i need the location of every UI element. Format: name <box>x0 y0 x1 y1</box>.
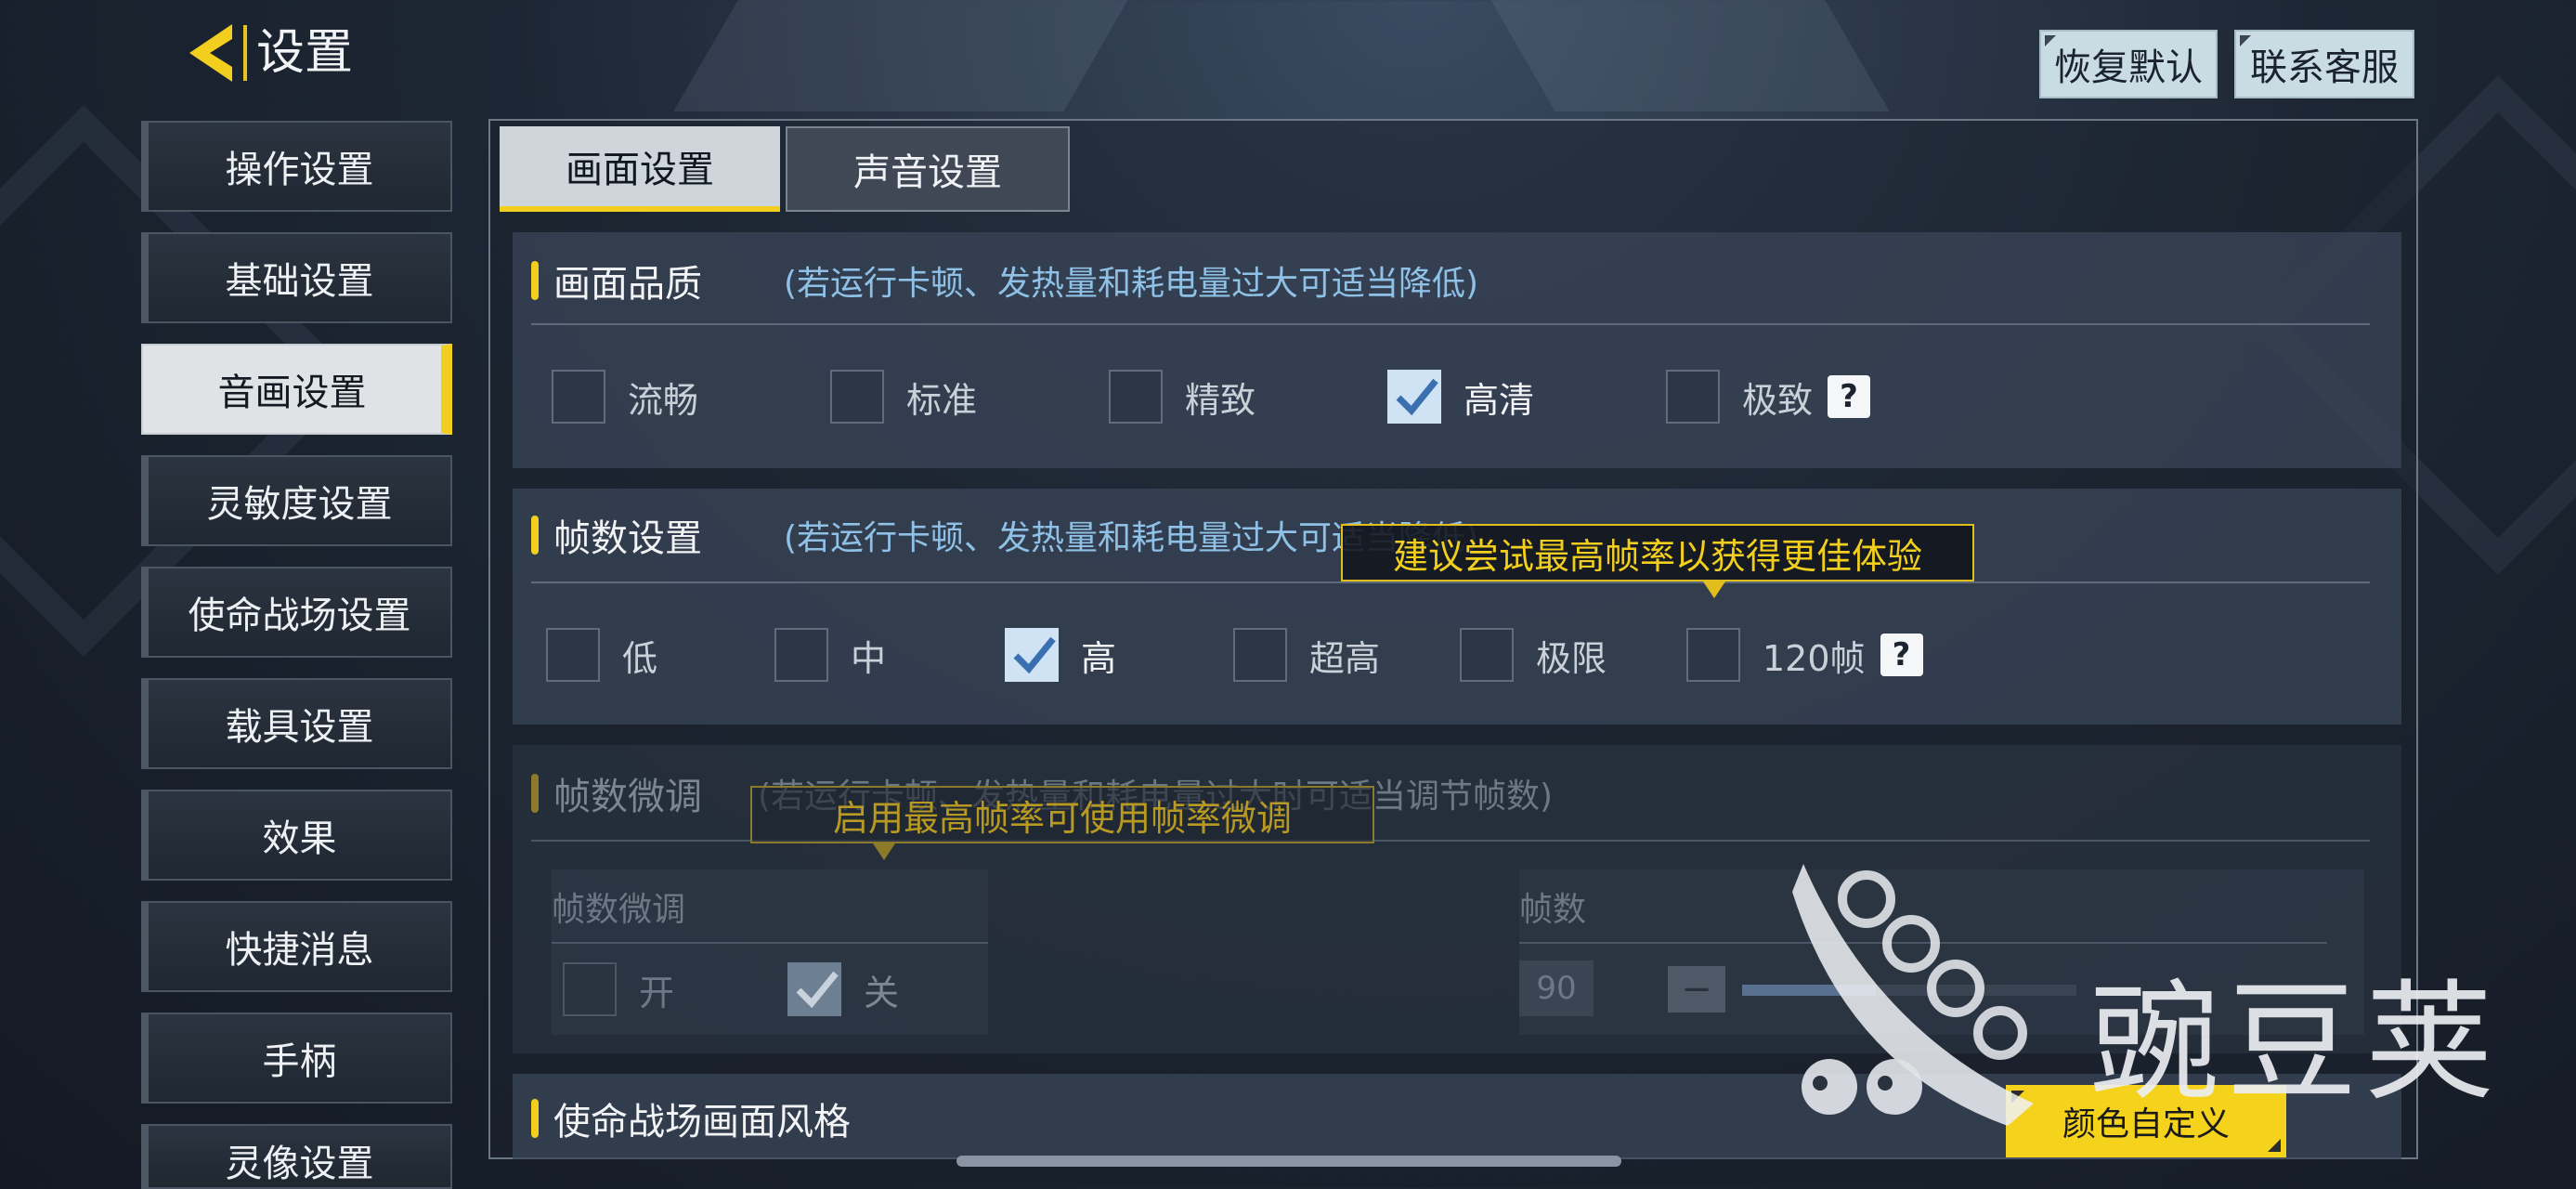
divider <box>552 942 988 944</box>
checkbox[interactable] <box>546 628 600 682</box>
option-label: 高清 <box>1464 379 1535 421</box>
help-icon[interactable]: ? <box>1880 634 1923 676</box>
section-header: 画面品质 (若运行卡顿、发热量和耗电量过大可适当降低) <box>531 253 1478 308</box>
checkbox[interactable] <box>563 962 617 1016</box>
option-label: 120帧 <box>1763 637 1866 679</box>
divider <box>531 581 2370 583</box>
framerate-option-extreme[interactable]: 极限 <box>1460 628 1607 682</box>
checkbox[interactable] <box>1460 628 1514 682</box>
option-label: 极致 <box>1742 379 1814 421</box>
fps-value: 90 <box>1519 960 1594 1016</box>
sidebar-item-audio-video[interactable]: 音画设置 <box>141 344 452 435</box>
help-icon[interactable]: ? <box>1828 375 1871 418</box>
checkbox[interactable] <box>552 370 605 424</box>
option-label: 开 <box>639 972 675 1013</box>
tab-sound[interactable]: 声音设置 <box>786 126 1070 212</box>
sidebar-item-controller[interactable]: 手柄 <box>141 1013 452 1104</box>
framerate-option-120[interactable]: 120帧 ? <box>1686 628 1923 682</box>
section-title: 帧数微调 <box>553 776 702 818</box>
quality-option-smooth[interactable]: 流畅 <box>552 370 698 424</box>
option-label: 关 <box>864 972 900 1013</box>
checkmark-icon <box>1013 636 1056 674</box>
checkmark-icon <box>796 971 839 1009</box>
fine-tune-on-option[interactable]: 开 <box>563 962 674 1016</box>
framerate-option-high[interactable]: 高 <box>1005 628 1116 682</box>
section-marker <box>531 516 539 555</box>
tooltip-arrow <box>1703 581 1725 598</box>
option-label: 标准 <box>906 379 978 421</box>
back-arrow-icon[interactable] <box>184 20 236 85</box>
fps-label: 帧数 <box>1519 891 1587 929</box>
framerate-tooltip: 建议尝试最高帧率以获得更佳体验 <box>1341 524 1974 598</box>
watermark-text: 豌豆荚 <box>2089 968 2503 1119</box>
restore-default-button[interactable]: 恢复默认 <box>2039 30 2218 98</box>
tooltip-text: 建议尝试最高帧率以获得更佳体验 <box>1392 535 1922 577</box>
option-label: 流畅 <box>628 379 699 421</box>
section-title: 帧数设置 <box>553 517 702 560</box>
divider <box>531 323 2370 325</box>
option-label: 极限 <box>1536 637 1607 679</box>
checkbox-checked[interactable] <box>1005 628 1059 682</box>
sidebar-item-operation[interactable]: 操作设置 <box>141 121 452 212</box>
option-label: 高 <box>1081 637 1117 679</box>
home-indicator <box>956 1156 1621 1167</box>
option-label: 精致 <box>1185 379 1256 421</box>
option-label: 超高 <box>1309 637 1381 679</box>
option-label: 中 <box>851 637 887 679</box>
page-header: 设置 <box>184 20 353 85</box>
sidebar-item-battlefield[interactable]: 使命战场设置 <box>141 567 452 658</box>
framerate-option-super-high[interactable]: 超高 <box>1233 628 1380 682</box>
checkmark-icon <box>1396 378 1438 416</box>
background-decoration <box>673 0 1128 111</box>
fps-decrease-button[interactable]: − <box>1668 966 1725 1013</box>
checkbox[interactable] <box>830 370 884 424</box>
tab-display[interactable]: 画面设置 <box>500 126 780 212</box>
section-marker <box>531 774 539 813</box>
fine-tune-off-option[interactable]: 关 <box>787 962 899 1016</box>
quality-option-ultra[interactable]: 极致 ? <box>1666 370 1871 424</box>
tooltip-arrow <box>873 843 895 860</box>
section-marker <box>531 261 539 300</box>
section-marker <box>531 1099 539 1138</box>
page-title: 设置 <box>243 25 353 81</box>
background-decoration <box>1490 0 1890 111</box>
contact-service-button[interactable]: 联系客服 <box>2234 30 2414 98</box>
section-title: 画面品质 <box>553 263 702 306</box>
sidebar-item-quick-message[interactable]: 快捷消息 <box>141 901 452 992</box>
section-hint: (若运行卡顿、发热量和耗电量过大可适当降低) <box>784 265 1479 303</box>
checkbox-checked[interactable] <box>1387 370 1441 424</box>
section-title: 使命战场画面风格 <box>553 1101 851 1143</box>
checkbox-checked[interactable] <box>787 962 841 1016</box>
sidebar-item-sensitivity[interactable]: 灵敏度设置 <box>141 455 452 546</box>
quality-option-hd[interactable]: 高清 <box>1387 370 1534 424</box>
quality-section: 画面品质 (若运行卡顿、发热量和耗电量过大可适当降低) 流畅 标准 精致 高清 … <box>513 232 2401 468</box>
section-header: 使命战场画面风格 <box>531 1091 851 1146</box>
fine-tune-tooltip: 启用最高帧率可使用帧率微调 <box>750 786 1374 860</box>
checkbox[interactable] <box>1686 628 1740 682</box>
quality-option-fine[interactable]: 精致 <box>1109 370 1255 424</box>
sidebar-item-vehicle[interactable]: 载具设置 <box>141 678 452 769</box>
checkbox[interactable] <box>774 628 828 682</box>
checkbox[interactable] <box>1666 370 1720 424</box>
fine-tune-label: 帧数微调 <box>552 891 686 929</box>
section-header: 帧数设置 (若运行卡顿、发热量和耗电量过大可适当降低) <box>531 507 1478 563</box>
framerate-option-low[interactable]: 低 <box>546 628 657 682</box>
option-label: 低 <box>622 637 658 679</box>
checkbox[interactable] <box>1233 628 1287 682</box>
sidebar-item-effects[interactable]: 效果 <box>141 790 452 881</box>
sidebar-item-basic[interactable]: 基础设置 <box>141 232 452 323</box>
tooltip-text: 启用最高帧率可使用帧率微调 <box>832 797 1292 839</box>
quality-option-standard[interactable]: 标准 <box>830 370 977 424</box>
framerate-option-mid[interactable]: 中 <box>774 628 886 682</box>
sidebar-item-camera[interactable]: 灵像设置 <box>141 1124 452 1189</box>
checkbox[interactable] <box>1109 370 1163 424</box>
